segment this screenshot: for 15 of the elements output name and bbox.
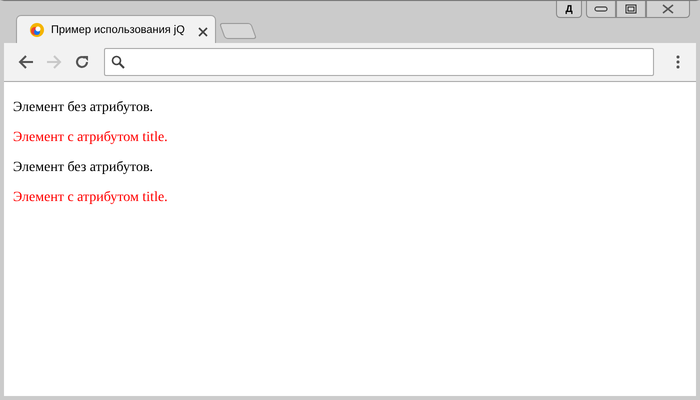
maximize-button[interactable]	[616, 1, 646, 18]
language-button[interactable]: Д	[556, 1, 582, 18]
app-logo-icon	[29, 22, 45, 38]
minimize-icon	[594, 6, 608, 12]
close-icon	[662, 4, 674, 14]
paragraph: Элемент без атрибутов.	[13, 100, 154, 116]
maximize-icon	[625, 4, 637, 14]
paragraph: Элемент с атрибутом title.	[13, 130, 169, 146]
tab-title: Пример использования jQ	[51, 24, 186, 36]
minimize-button[interactable]	[586, 1, 616, 18]
close-window-button[interactable]	[646, 1, 690, 18]
search-icon	[111, 55, 125, 69]
paragraph: Элемент с атрибутом title.	[13, 190, 169, 206]
browser-tab[interactable]: Пример использования jQ	[16, 15, 216, 43]
paragraph: Элемент без атрибутов.	[13, 160, 154, 176]
